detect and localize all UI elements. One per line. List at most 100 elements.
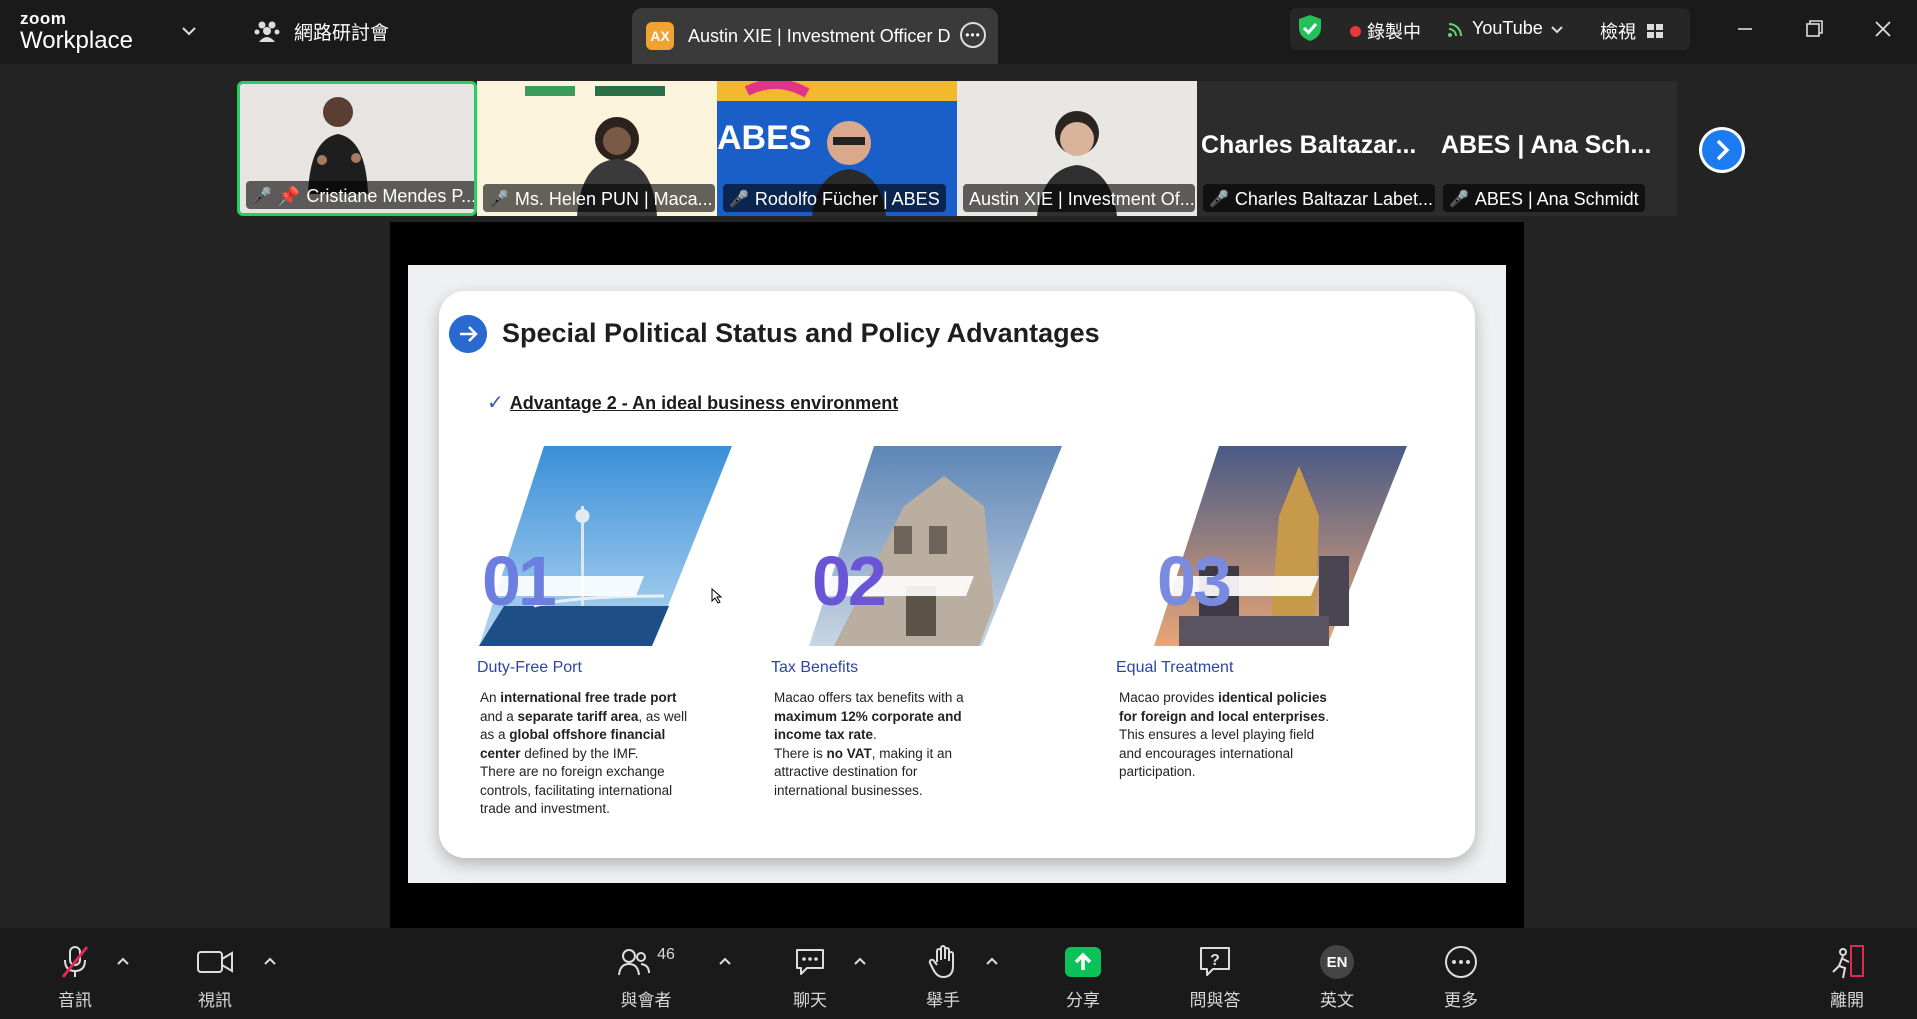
text-span: .	[1325, 708, 1330, 724]
participant-name: 🎤 ABES | Ana Schmidt	[1443, 184, 1645, 212]
text-span: There is	[774, 745, 827, 761]
leave-label: 離開	[1830, 991, 1864, 1010]
ellipsis-icon	[1445, 946, 1477, 978]
chevron-up-icon[interactable]	[983, 952, 1001, 970]
advantage-heading: ✓ Advantage 2 - An ideal business environ…	[487, 390, 898, 415]
text-span: There are no foreign exchange controls, …	[480, 764, 673, 816]
text-bold: international free trade port	[500, 690, 677, 705]
logo-zoom-text: zoom	[20, 9, 67, 28]
text-bold: maximum 12% corporate and income tax rat…	[774, 708, 962, 743]
svg-text:?: ?	[1210, 952, 1220, 969]
qa-button[interactable]: ? 問與答	[1185, 944, 1245, 1011]
participant-name-text: Charles Baltazar Labet...	[1234, 188, 1434, 209]
mic-muted-icon: 🎤	[252, 188, 272, 205]
participant-name: 🎤 📌 Cristiane Mendes P...	[246, 181, 477, 209]
participant-name-text: Rodolfo Fücher | ABES	[754, 188, 940, 209]
chat-label: 聊天	[793, 991, 827, 1010]
arrow-right-icon	[449, 315, 487, 353]
participant-name-text: Austin XIE | Investment Of...	[969, 188, 1195, 209]
chevron-up-icon[interactable]	[716, 952, 734, 970]
text-bold: separate tariff area	[517, 708, 639, 724]
more-options-icon[interactable]: •••	[960, 22, 986, 48]
chevron-right-icon	[1702, 130, 1742, 170]
participants-button[interactable]: 46 與會者	[612, 944, 680, 1011]
text-span: and a	[480, 708, 518, 724]
mic-muted-icon: 🎤	[1209, 191, 1229, 208]
item-heading: Tax Benefits	[771, 659, 859, 676]
audio-button[interactable]: 音訊	[50, 944, 100, 1011]
chevron-down-icon	[1551, 25, 1563, 33]
share-button[interactable]: 分享	[1058, 944, 1108, 1011]
view-label: 檢視	[1600, 22, 1636, 42]
view-button[interactable]: 檢視	[1600, 18, 1664, 44]
item-number: 01	[482, 542, 557, 620]
advantage-item: 01 Duty-Free Port An international free …	[464, 446, 764, 816]
close-icon[interactable]	[1868, 14, 1898, 44]
chevron-up-icon[interactable]	[261, 952, 279, 970]
language-badge-icon: EN	[1320, 945, 1354, 979]
webinar-indicator[interactable]: 網路研討會	[254, 18, 389, 45]
shield-check-icon[interactable]	[1296, 13, 1324, 43]
record-dot-icon	[1350, 25, 1361, 37]
minimize-icon[interactable]	[1730, 14, 1760, 44]
more-button[interactable]: 更多	[1436, 944, 1486, 1011]
advantage-text: Advantage 2 - An ideal business environm…	[509, 393, 899, 413]
text-span: An	[480, 690, 501, 705]
video-camera-icon	[197, 951, 233, 973]
participant-display-name: Charles Baltazar...	[1201, 131, 1417, 159]
live-stream-indicator[interactable]: YouTube	[1446, 18, 1565, 39]
recording-indicator[interactable]: 錄製中	[1350, 18, 1421, 44]
grid-icon	[1647, 24, 1663, 38]
chevron-down-icon[interactable]	[178, 20, 200, 42]
share-screen-icon	[1065, 947, 1101, 977]
hand-icon	[928, 945, 954, 978]
video-tile[interactable]: 🎤 Ms. Helen PUN | Maca...	[477, 81, 717, 216]
qa-label: 問與答	[1189, 991, 1241, 1010]
item-number: 03	[1157, 542, 1232, 620]
mic-muted-icon: 🎤	[1449, 191, 1469, 208]
zoom-workplace-logo[interactable]: zoom Workplace	[20, 10, 133, 53]
video-button[interactable]: 視訊	[190, 944, 240, 1011]
chat-button[interactable]: 聊天	[785, 944, 835, 1011]
leave-button[interactable]: 離開	[1822, 944, 1872, 1011]
item-number: 02	[812, 542, 887, 620]
svg-text:ABES: ABES	[717, 119, 811, 157]
participants-icon	[618, 949, 651, 976]
check-icon: ✓	[487, 392, 504, 414]
participant-name: 🎤 Ms. Helen PUN | Maca...	[483, 184, 715, 212]
video-tile[interactable]: 🎤 📌 Cristiane Mendes P...	[237, 81, 477, 216]
advantage-item: 02 Tax Benefits Macao offers tax benefit…	[771, 446, 1094, 798]
next-page-button[interactable]	[1699, 127, 1745, 173]
raise-hand-button[interactable]: 舉手	[918, 944, 968, 1011]
people-icon	[254, 21, 280, 42]
language-label: 英文	[1320, 991, 1354, 1010]
slide-title: Special Political Status and Policy Adva…	[502, 318, 1100, 348]
text-span: .	[873, 727, 877, 742]
active-speaker-tab[interactable]: AX Austin XIE | Investment Officer D •••	[632, 8, 998, 64]
item-description: Macao provides identical policies for fo…	[1119, 689, 1334, 782]
video-tile[interactable]: ABES 🎤 Rodolfo Fücher | ABES	[717, 81, 957, 216]
chevron-up-icon[interactable]	[851, 952, 869, 970]
item-description: An international free trade port and a s…	[480, 689, 700, 819]
participant-name-text: ABES | Ana Schmidt	[1474, 188, 1639, 209]
pin-icon: 📌	[277, 185, 301, 206]
video-tile[interactable]: ABES | Ana Sch... 🎤 ABES | Ana Schmidt	[1437, 81, 1677, 216]
restore-icon[interactable]	[1799, 14, 1829, 44]
video-label: 視訊	[198, 991, 232, 1010]
chat-bubble-icon	[796, 949, 824, 975]
share-label: 分享	[1066, 991, 1100, 1010]
logo-workplace-text: Workplace	[20, 27, 133, 54]
video-tile[interactable]: Austin XIE | Investment Of...	[957, 81, 1197, 216]
participant-name-text: Cristiane Mendes P...	[306, 185, 477, 206]
audio-label: 音訊	[58, 991, 92, 1010]
chevron-up-icon[interactable]	[114, 952, 132, 970]
language-button[interactable]: EN 英文	[1312, 944, 1362, 1011]
participant-name: 🎤 Charles Baltazar Labet...	[1203, 184, 1435, 212]
item-heading: Duty-Free Port	[477, 659, 582, 676]
participant-name-text: Ms. Helen PUN | Maca...	[514, 188, 713, 209]
more-label: 更多	[1444, 991, 1478, 1010]
video-tile[interactable]: Charles Baltazar... 🎤 Charles Baltazar La…	[1197, 81, 1437, 216]
tab-title: Austin XIE | Investment Officer D	[688, 25, 951, 46]
text-span: defined by the IMF.	[520, 745, 639, 761]
webinar-label: 網路研討會	[294, 23, 390, 44]
